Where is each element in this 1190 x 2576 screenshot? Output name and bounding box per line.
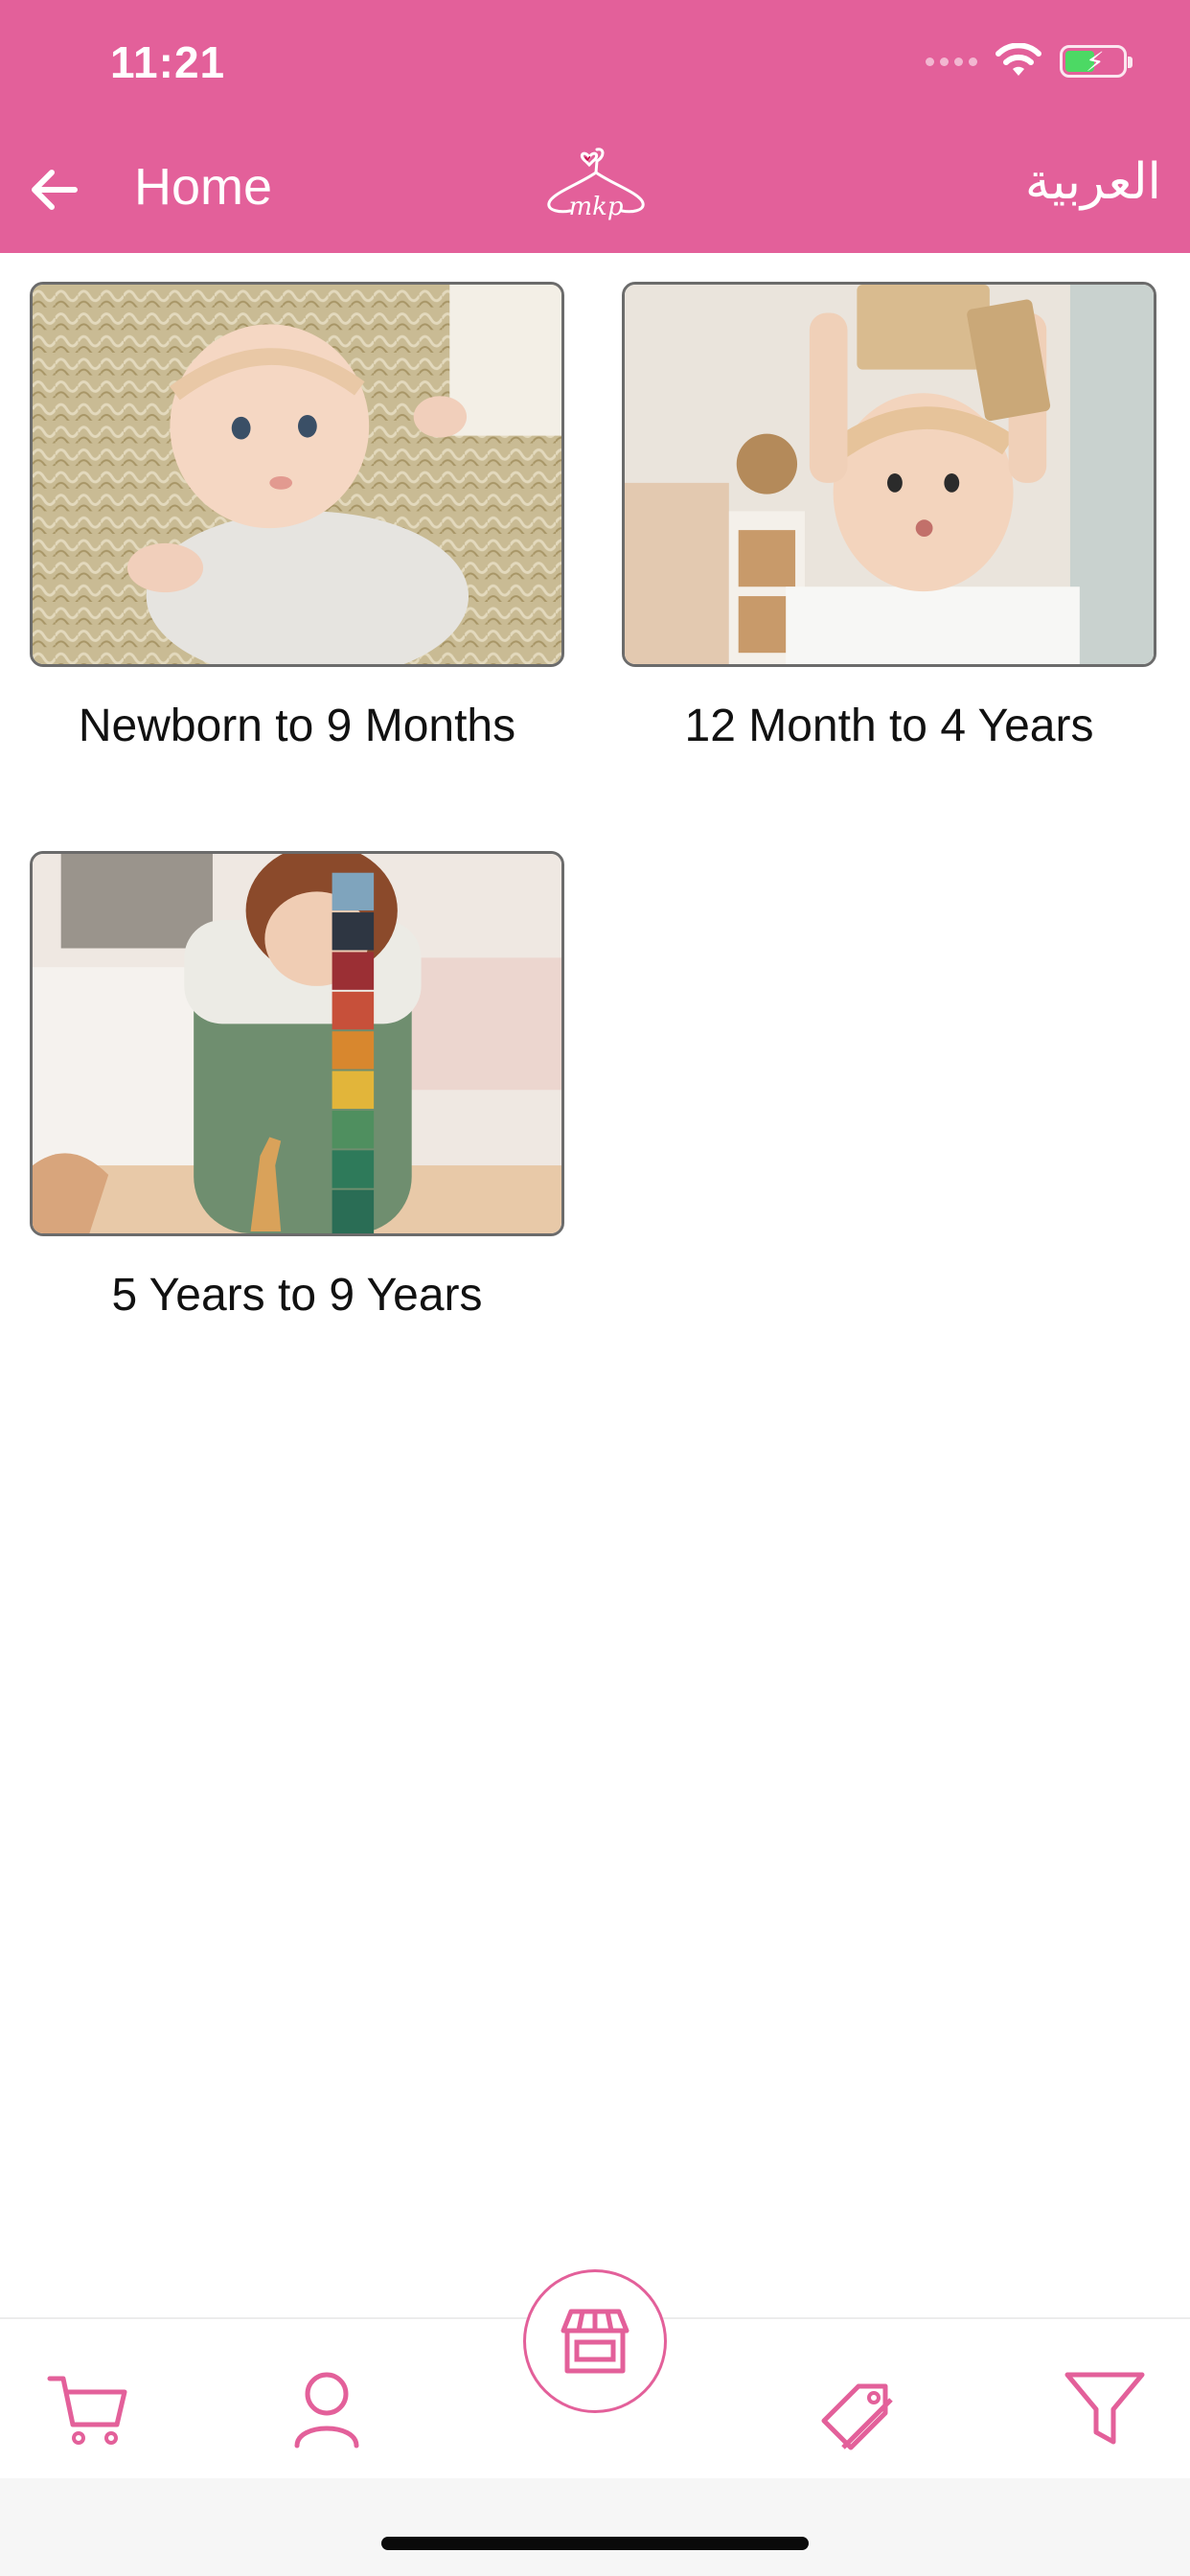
page-title: Home: [134, 158, 273, 216]
store-icon: [561, 2309, 629, 2374]
back-button[interactable]: [25, 161, 82, 218]
store-button[interactable]: [523, 2269, 667, 2413]
wifi-icon: [995, 43, 1041, 76]
filter-icon: [1064, 2372, 1145, 2445]
tab-cart[interactable]: [44, 2365, 130, 2451]
status-icons: ⚡: [926, 42, 1133, 80]
screen: 11:21 ⚡ Home mkp العربية Newborn to 9 Mo…: [0, 0, 1190, 2576]
category-image[interactable]: [30, 282, 564, 667]
language-toggle[interactable]: العربية: [1025, 153, 1161, 211]
cart-icon: [47, 2376, 127, 2445]
category-card[interactable]: 12 Month to 4 Years: [622, 282, 1156, 752]
category-label[interactable]: 12 Month to 4 Years: [622, 700, 1156, 752]
arrow-left-icon: [32, 170, 78, 210]
category-image[interactable]: [30, 851, 564, 1236]
safe-area: [0, 2478, 1190, 2576]
category-label[interactable]: Newborn to 9 Months: [30, 700, 564, 752]
category-card[interactable]: 5 Years to 9 Years: [30, 851, 564, 1322]
tag-icon: [821, 2383, 893, 2450]
tab-account[interactable]: [284, 2365, 370, 2451]
user-icon: [294, 2372, 359, 2449]
battery-icon: ⚡: [1060, 45, 1133, 78]
category-card[interactable]: Newborn to 9 Months: [30, 282, 564, 752]
tab-offers[interactable]: [816, 2365, 903, 2451]
status-time: 11:21: [110, 37, 226, 87]
home-indicator[interactable]: [381, 2537, 809, 2550]
app-header: 11:21 ⚡ Home mkp العربية: [0, 0, 1190, 253]
category-image[interactable]: [622, 282, 1156, 667]
tab-filter[interactable]: [1062, 2365, 1148, 2451]
category-label[interactable]: 5 Years to 9 Years: [30, 1269, 564, 1322]
brand-logo[interactable]: mkp: [541, 144, 652, 232]
svg-text:mkp: mkp: [568, 193, 623, 221]
signal-icon: [926, 57, 977, 66]
